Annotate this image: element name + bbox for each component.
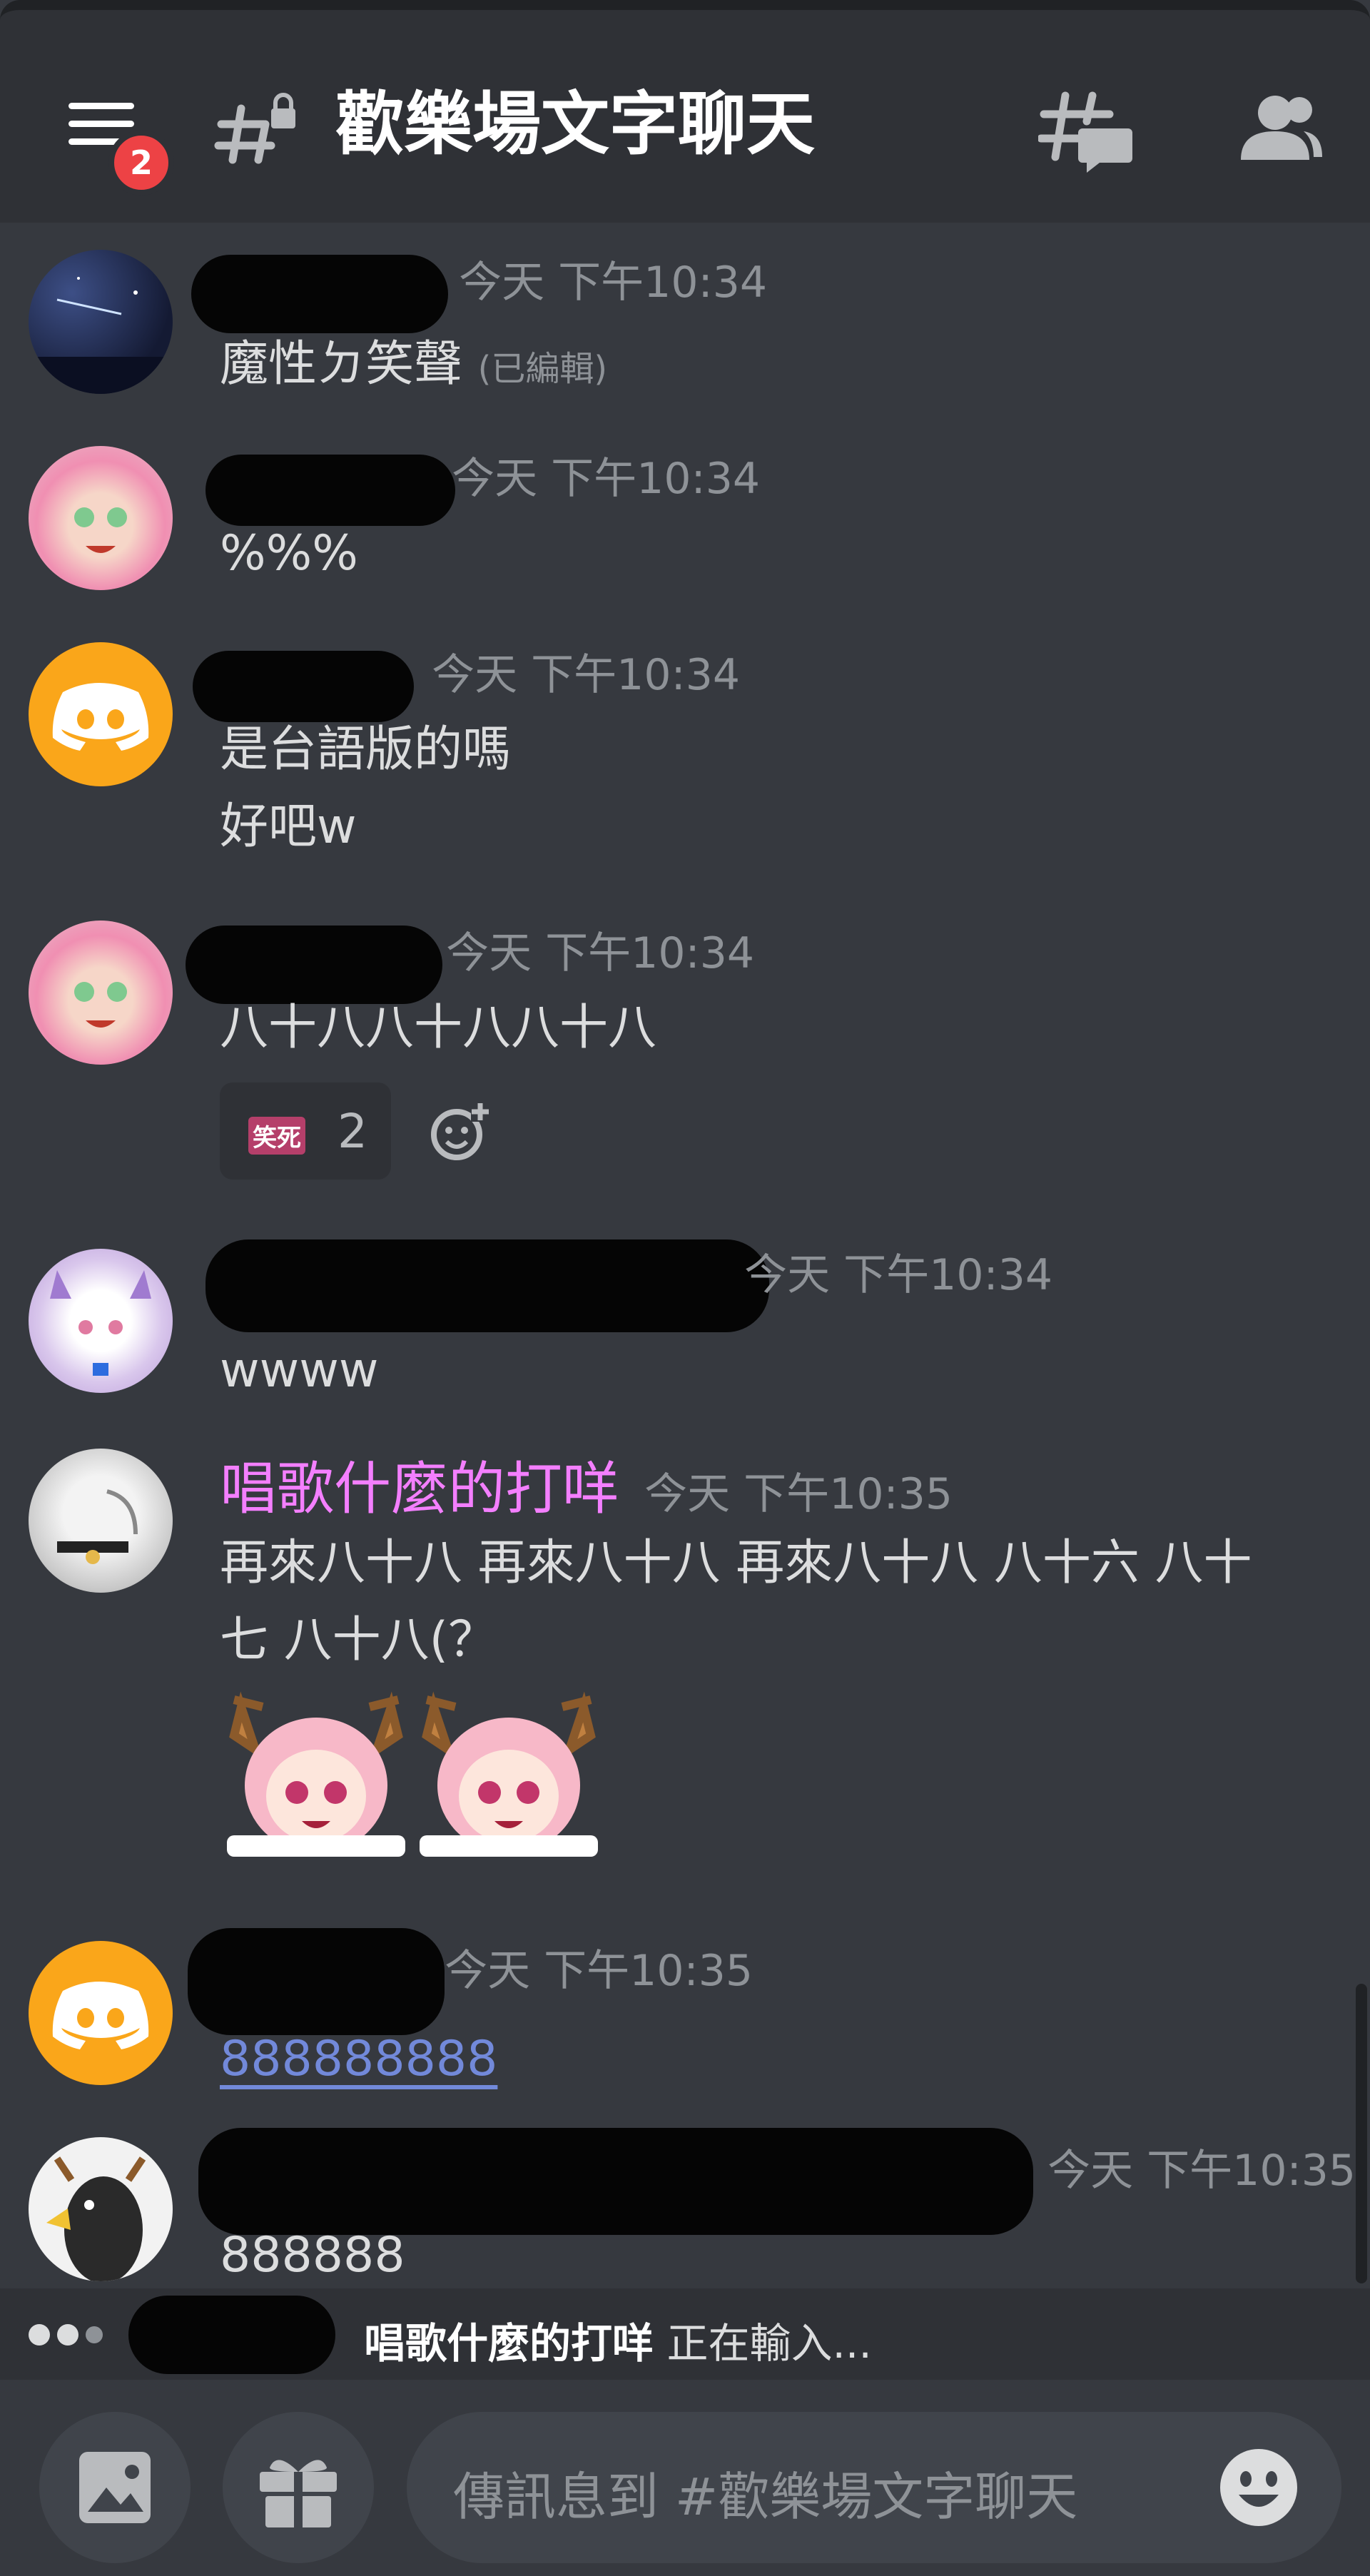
timestamp: 今天 下午10:34 <box>744 1249 1053 1300</box>
custom-emoji-icon: 笑死 <box>248 1117 305 1155</box>
discord-logo-icon <box>52 1982 149 2049</box>
gift-button[interactable] <box>223 2412 374 2563</box>
message-text: 魔性ㄉ笑聲 <box>220 336 463 392</box>
message-list[interactable]: 今天 下午10:34 魔性ㄉ笑聲 (已編輯) 今天 下午10:34 %%% 今天… <box>0 223 1370 2288</box>
message-content: wwww <box>220 1332 378 1409</box>
channel-title: 歡樂場文字聊天 <box>335 84 815 164</box>
redacted-username <box>191 254 448 333</box>
add-reaction-icon[interactable] <box>428 1100 491 1163</box>
timestamp: 今天 下午10:34 <box>459 258 768 308</box>
avatar[interactable] <box>29 642 173 786</box>
typing-dot <box>86 2326 103 2343</box>
message-header: 今天 下午10:34 <box>206 444 761 526</box>
message-text: 再來八十八 再來八十八 再來八十八 八十六 八十 <box>220 1535 1252 1591</box>
message-content: 再來八十八 再來八十八 再來八十八 八十六 八十 七 八十八(？ <box>220 1525 1252 1679</box>
timestamp: 今天 下午10:35 <box>644 1469 953 1519</box>
discord-logo-icon <box>52 683 149 751</box>
message-text: 八十八八十八八十八 <box>220 1000 657 1056</box>
image-icon <box>79 2452 151 2523</box>
avatar[interactable] <box>29 1941 173 2085</box>
reaction-button[interactable]: 笑死 2 <box>220 1082 391 1180</box>
input-placeholder: 傳訊息到 #歡樂場文字聊天 <box>453 2467 1078 2527</box>
timestamp: 今天 下午10:34 <box>432 650 741 700</box>
gift-icon <box>260 2460 337 2527</box>
message-content: 八十八八十八八十八 <box>220 990 656 1067</box>
timestamp: 今天 下午10:34 <box>446 928 755 978</box>
avatar[interactable] <box>29 921 173 1065</box>
message-link[interactable]: 888888888 <box>220 2031 497 2087</box>
message-content: 是台語版的嗎 好吧w <box>220 711 511 866</box>
avatar[interactable] <box>29 250 173 394</box>
avatar[interactable] <box>29 446 173 590</box>
typing-text: 唱歌什麼的打咩 正在輸入... <box>364 2310 872 2370</box>
message-header: 今天 下午10:34 <box>191 248 768 333</box>
typing-dot <box>57 2324 78 2346</box>
message-text: %%% <box>220 525 358 582</box>
message-header: 今天 下午10:35 <box>188 1928 754 2035</box>
message-text: 七 八十八(？ <box>220 1612 497 1668</box>
typing-user: 唱歌什麼的打咩 <box>364 2319 654 2368</box>
deer-girl-emoji-icon <box>420 1691 598 1857</box>
message-text: wwww <box>220 1342 379 1399</box>
message-content: 888888 <box>220 2217 405 2294</box>
edited-label: (已編輯) <box>477 349 608 389</box>
timestamp: 今天 下午10:35 <box>1047 2145 1356 2196</box>
redacted-username <box>188 1928 445 2035</box>
avatar[interactable] <box>29 2137 173 2281</box>
message-input[interactable]: 傳訊息到 #歡樂場文字聊天 <box>407 2412 1341 2563</box>
redacted-username <box>206 1239 769 1332</box>
channel-header: 2 歡樂場文字聊天 <box>0 0 1370 223</box>
typing-label: 正在輸入... <box>654 2319 872 2368</box>
message-text: 888888 <box>220 2227 405 2283</box>
typing-indicator: 唱歌什麼的打咩 正在輸入... <box>0 2288 1370 2380</box>
message-content: %%% <box>220 515 358 592</box>
timestamp: 今天 下午10:35 <box>445 1945 754 1996</box>
username[interactable]: 唱歌什麼的打咩 <box>220 1456 619 1522</box>
avatar[interactable] <box>29 1249 173 1393</box>
emoji-picker-icon[interactable] <box>1219 2448 1299 2527</box>
message-header: 唱歌什麼的打咩 今天 下午10:35 <box>220 1443 953 1526</box>
typing-dot <box>29 2324 50 2346</box>
attach-image-button[interactable] <box>39 2412 191 2563</box>
redacted-username <box>128 2296 335 2374</box>
timestamp: 今天 下午10:34 <box>452 454 761 504</box>
reaction-count: 2 <box>338 1104 367 1159</box>
message-text: 好吧w <box>220 798 357 855</box>
locked-channel-icon <box>214 93 295 164</box>
message-content: 魔性ㄉ笑聲 (已編輯) <box>220 326 607 407</box>
avatar[interactable] <box>29 1449 173 1593</box>
notification-badge: 2 <box>108 130 174 196</box>
message-header: 今天 下午10:34 <box>206 1239 1053 1332</box>
message-text: 是台語版的嗎 <box>220 721 512 778</box>
message-header: 今天 下午10:34 <box>193 640 741 722</box>
deer-girl-emoji-icon <box>227 1691 405 1857</box>
message-content: 888888888 <box>220 2021 497 2098</box>
members-icon[interactable] <box>1238 88 1324 167</box>
threads-icon[interactable] <box>1038 88 1135 174</box>
message-composer: 傳訊息到 #歡樂場文字聊天 <box>0 2380 1370 2576</box>
scrollbar[interactable] <box>1356 1984 1367 2283</box>
